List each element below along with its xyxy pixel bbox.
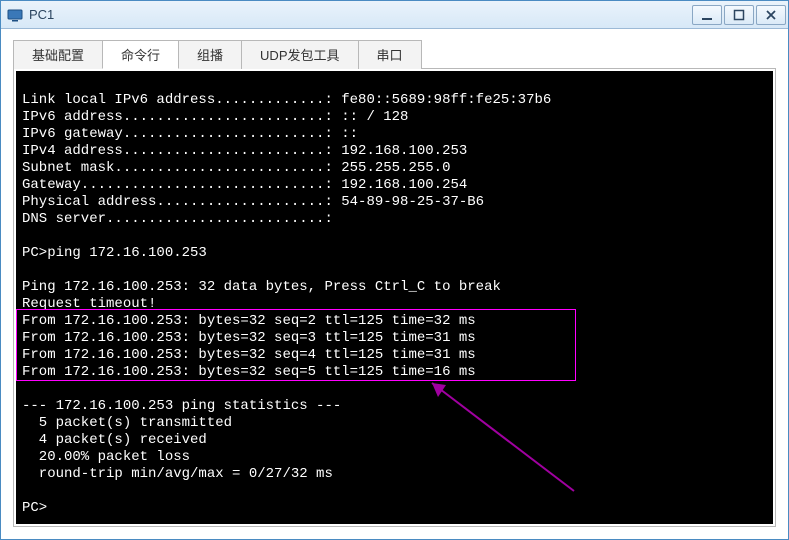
- tab-basic-config[interactable]: 基础配置: [13, 40, 103, 69]
- tab-multicast[interactable]: 组播: [178, 40, 242, 69]
- close-button[interactable]: [756, 5, 786, 25]
- window-title: PC1: [29, 7, 692, 22]
- terminal-panel: Link local IPv6 address.............: fe…: [13, 69, 776, 527]
- tab-udp-tool[interactable]: UDP发包工具: [241, 40, 358, 69]
- window-controls: [692, 5, 786, 25]
- titlebar: PC1: [1, 1, 788, 29]
- tab-serial[interactable]: 串口: [358, 40, 422, 69]
- maximize-button[interactable]: [724, 5, 754, 25]
- terminal-output[interactable]: Link local IPv6 address.............: fe…: [16, 71, 773, 524]
- content-area: 基础配置 命令行 组播 UDP发包工具 串口 Link local IPv6 a…: [1, 29, 788, 539]
- tab-cli[interactable]: 命令行: [102, 40, 179, 69]
- minimize-button[interactable]: [692, 5, 722, 25]
- tab-strip: 基础配置 命令行 组播 UDP发包工具 串口: [13, 39, 776, 69]
- app-icon: [7, 7, 23, 23]
- app-window: PC1 基础配置 命令行 组播 UDP发包工具 串口 Link local IP…: [0, 0, 789, 540]
